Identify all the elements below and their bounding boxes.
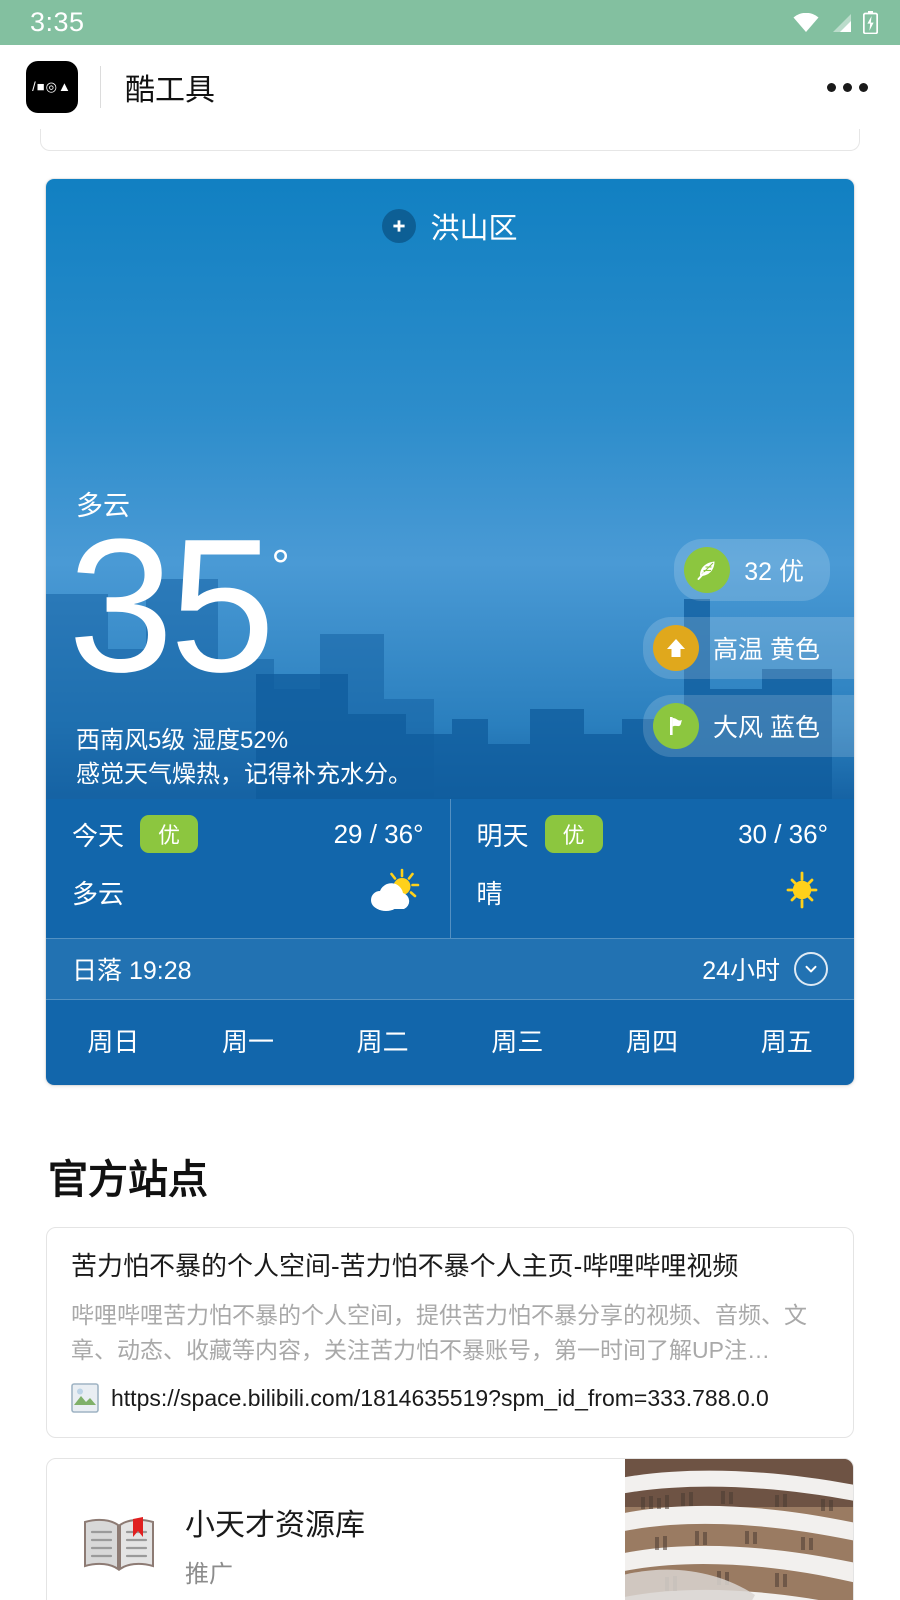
result-title[interactable]: 苦力怕不暴的个人空间-苦力怕不暴个人主页-哔哩哔哩视频 xyxy=(71,1250,829,1284)
weekday-item[interactable]: 周日 xyxy=(46,1022,181,1059)
clipped-card-above[interactable] xyxy=(40,129,860,151)
weekday-item[interactable]: 周五 xyxy=(719,1022,854,1059)
overflow-menu-button[interactable] xyxy=(819,73,876,102)
result-url-row[interactable]: https://space.bilibili.com/1814635519?sp… xyxy=(71,1383,829,1413)
status-bar: 3:35 xyxy=(0,0,900,45)
forecast-tomorrow-label: 明天 xyxy=(476,820,529,851)
app-logo[interactable]: /■◎▲ xyxy=(26,61,78,113)
forecast-today-top: 今天 优 29 / 36° xyxy=(72,815,424,853)
wifi-icon xyxy=(793,12,819,32)
hourly-label: 24小时 xyxy=(702,957,780,985)
weekday-item[interactable]: 周三 xyxy=(450,1022,585,1059)
weather-location-row[interactable]: 洪山区 xyxy=(46,179,854,247)
result-url[interactable]: https://space.bilibili.com/1814635519?sp… xyxy=(111,1385,769,1412)
weather-temperature: 35 ° xyxy=(68,500,290,712)
plus-pin-icon[interactable] xyxy=(382,209,417,243)
forecast-today-desc: 多云 xyxy=(72,879,125,909)
weather-advice-text: 感觉天气燥热，记得补充水分。 xyxy=(76,761,412,789)
weekday-item[interactable]: 周二 xyxy=(315,1022,450,1059)
forecast-tomorrow-aqi-pill: 优 xyxy=(544,815,603,853)
forecast-today-range: 29 / 36° xyxy=(333,818,424,849)
weekday-item[interactable]: 周四 xyxy=(585,1022,720,1059)
weather-hero: 洪山区 多云 35 ° 西南风5级 湿度52% 感觉天气燥热，记得补充水分。 3… xyxy=(46,179,854,799)
app-bar-divider xyxy=(100,66,101,108)
sunset-row[interactable]: 日落 19:28 24小时 xyxy=(46,938,854,1000)
sunset-text: 日落 19:28 xyxy=(72,957,192,985)
forecast-tomorrow-range: 30 / 36° xyxy=(738,818,828,849)
app-bar: /■◎▲ 酷工具 xyxy=(0,45,900,129)
forecast-tomorrow-bottom: 晴 xyxy=(477,867,829,918)
signal-icon xyxy=(833,13,851,32)
wind-humidity-text: 西南风5级 湿度52% xyxy=(76,727,289,754)
dot-icon xyxy=(859,82,868,92)
forecast-tomorrow[interactable]: 明天 优 30 / 36° 晴 xyxy=(449,799,855,938)
promo-subtitle: 推广 xyxy=(185,1560,233,1588)
air-quality-text: 32 优 xyxy=(744,558,804,586)
result-description: 哔哩哔哩苦力怕不暴的个人空间，提供苦力怕不暴分享的视频、音频、文章、动态、收藏等… xyxy=(71,1301,807,1364)
open-book-icon xyxy=(84,1517,154,1572)
partly-cloudy-icon xyxy=(364,867,424,918)
sunny-icon xyxy=(776,867,828,918)
wind-alert-badge[interactable]: 大风 蓝色 xyxy=(643,695,854,757)
weather-meta: 西南风5级 湿度52% 感觉天气燥热，记得补充水分。 xyxy=(76,724,412,792)
forecast-today-aqi-pill: 优 xyxy=(140,815,199,853)
section-heading-official-sites: 官方站点 xyxy=(48,1158,208,1202)
leaf-icon xyxy=(684,547,731,593)
weekday-item[interactable]: 周一 xyxy=(181,1022,316,1059)
battery-charging-icon xyxy=(863,11,878,34)
forecast-today[interactable]: 今天 优 29 / 36° 多云 xyxy=(46,799,450,938)
forecast-tomorrow-desc: 晴 xyxy=(476,879,503,909)
two-day-forecast: 今天 优 29 / 36° 多云 明天 优 30 / 36° 晴 xyxy=(46,799,854,938)
degree-symbol: ° xyxy=(271,540,290,592)
air-quality-badge[interactable]: 32 优 xyxy=(674,539,830,601)
dot-icon xyxy=(843,82,852,92)
promo-left: 小天才资源库 推广 xyxy=(47,1459,625,1600)
hourly-toggle[interactable]: 24小时 xyxy=(702,951,828,987)
heat-alert-badge[interactable]: 高温 黄色 xyxy=(643,617,854,679)
weather-card[interactable]: 洪山区 多云 35 ° 西南风5级 湿度52% 感觉天气燥热，记得补充水分。 3… xyxy=(46,179,854,1085)
promo-text: 小天才资源库 推广 xyxy=(185,1500,365,1589)
page-title: 酷工具 xyxy=(125,74,215,107)
image-placeholder-icon xyxy=(71,1383,99,1413)
chevron-down-icon[interactable] xyxy=(794,952,828,986)
promo-title: 小天才资源库 xyxy=(185,1508,365,1542)
weekday-row[interactable]: 周日 周一 周二 周三 周四 周五 xyxy=(46,1000,854,1085)
weather-location-name: 洪山区 xyxy=(430,213,518,245)
promo-thumbnail xyxy=(625,1459,853,1600)
weather-badges: 32 优 高温 黄色 大风 蓝色 xyxy=(643,539,854,757)
temperature-value: 35 xyxy=(68,500,275,712)
forecast-today-bottom: 多云 xyxy=(72,867,424,918)
scroll-content[interactable]: 洪山区 多云 35 ° 西南风5级 湿度52% 感觉天气燥热，记得补充水分。 3… xyxy=(0,129,900,1600)
heat-alert-text: 高温 黄色 xyxy=(713,636,820,664)
flag-icon xyxy=(653,703,700,749)
search-result-card[interactable]: 苦力怕不暴的个人空间-苦力怕不暴个人主页-哔哩哔哩视频 哔哩哔哩苦力怕不暴的个人… xyxy=(46,1227,854,1439)
dot-icon xyxy=(827,82,836,92)
arrow-up-icon xyxy=(653,625,700,671)
promo-card[interactable]: 小天才资源库 推广 xyxy=(46,1458,854,1600)
forecast-today-label: 今天 xyxy=(72,820,125,851)
status-time: 3:35 xyxy=(30,7,85,37)
wind-alert-text: 大风 蓝色 xyxy=(713,714,820,742)
forecast-tomorrow-top: 明天 优 30 / 36° xyxy=(476,815,828,853)
status-icons xyxy=(793,11,878,34)
